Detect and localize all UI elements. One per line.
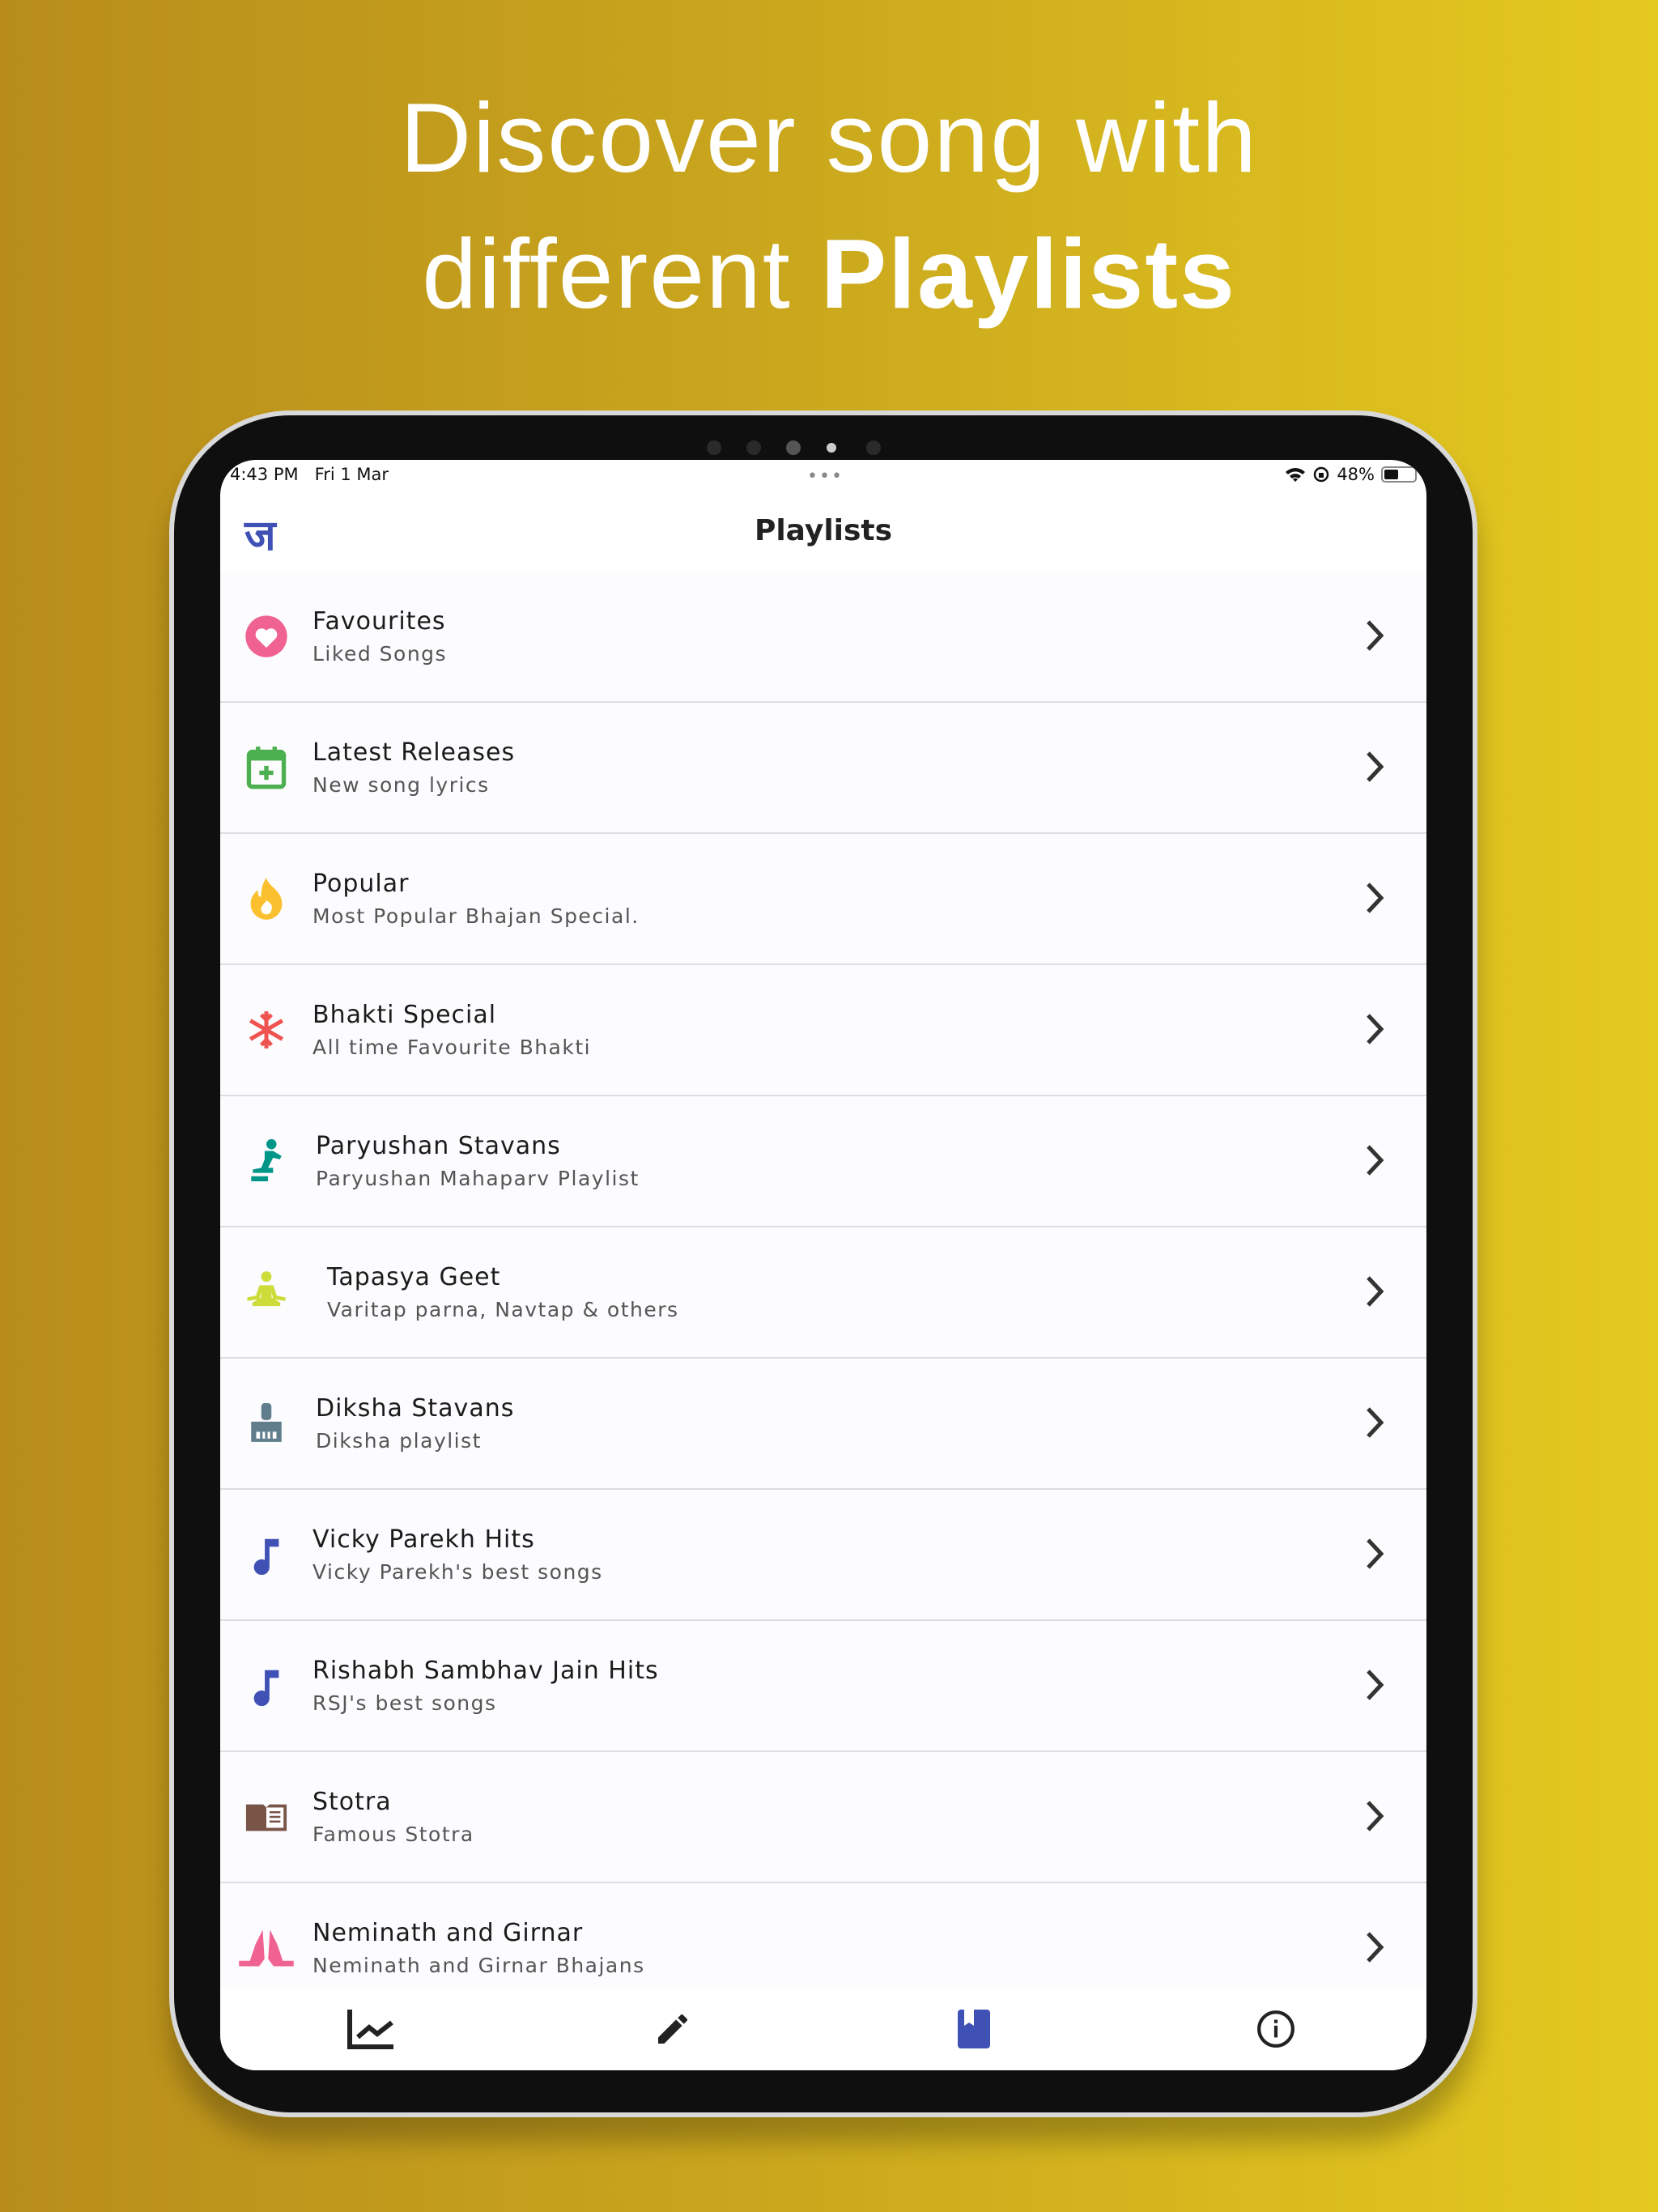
playlist-title: Diksha Stavans: [316, 1394, 515, 1423]
bottom-nav: [220, 1987, 1426, 2070]
playlist-title: Popular: [312, 870, 410, 898]
chevron-right-icon: [1367, 1145, 1384, 1176]
playlist-list: Favourites Liked Songs Latest Releases N…: [220, 572, 1426, 2014]
playlist-subtitle: Liked Songs: [312, 642, 448, 666]
book-icon: [220, 1801, 312, 1833]
playlist-title: Stotra: [312, 1788, 392, 1816]
status-time: 4:43 PM: [230, 465, 299, 484]
playlist-subtitle: Paryushan Mahaparv Playlist: [316, 1167, 640, 1190]
playlist-subtitle: Vicky Parekh's best songs: [312, 1560, 603, 1584]
chevron-right-icon: [1367, 1276, 1384, 1307]
playlist-subtitle: Most Popular Bhajan Special.: [312, 904, 640, 928]
chevron-right-icon: [1367, 1670, 1384, 1700]
music-note-icon: [220, 1534, 312, 1575]
playlist-item[interactable]: Paryushan Stavans Paryushan Mahaparv Pla…: [220, 1096, 1426, 1227]
music-note-icon: [220, 1665, 312, 1706]
playlist-item[interactable]: Tapasya Geet Varitap parna, Navtap & oth…: [220, 1227, 1426, 1359]
page-title: Playlists: [754, 513, 893, 547]
playlist-title: Favourites: [312, 607, 446, 636]
broom-icon: [220, 1401, 312, 1446]
wifi-icon: [1286, 468, 1306, 482]
heart-icon: [220, 614, 312, 659]
calendar-add-icon: [220, 745, 312, 790]
headline-line-2: different Playlists: [0, 217, 1658, 330]
info-icon: [1256, 2010, 1295, 2048]
playlist-subtitle: Diksha playlist: [316, 1429, 482, 1453]
chevron-right-icon: [1367, 1932, 1384, 1963]
status-date: Fri 1 Mar: [314, 465, 389, 484]
fire-icon: [220, 876, 312, 921]
meditation-icon: [220, 1270, 312, 1315]
chevron-right-icon: [1367, 1538, 1384, 1569]
kneeling-person-icon: [220, 1138, 312, 1184]
chevron-right-icon: [1367, 883, 1384, 913]
nav-info[interactable]: [1125, 1987, 1427, 2070]
playlist-subtitle: Neminath and Girnar Bhajans: [312, 1954, 645, 1977]
playlist-item[interactable]: Bhakti Special All time Favourite Bhakti: [220, 965, 1426, 1096]
headline-bold: Playlists: [820, 219, 1236, 329]
camera-lens: [786, 440, 801, 455]
playlist-title: Neminath and Girnar: [312, 1919, 584, 1947]
rotation-lock-icon: [1314, 466, 1329, 483]
playlist-item[interactable]: Rishabh Sambhav Jain Hits RSJ's best son…: [220, 1621, 1426, 1752]
app-screen: 4:43 PM Fri 1 Mar ••• 48% ज Playlists Fa…: [220, 460, 1426, 2070]
playlist-subtitle: RSJ's best songs: [312, 1691, 497, 1715]
book-icon: [958, 2009, 991, 2048]
playlist-subtitle: Varitap parna, Navtap & others: [327, 1298, 679, 1321]
playlist-title: Paryushan Stavans: [316, 1132, 561, 1160]
playlist-title: Vicky Parekh Hits: [312, 1525, 535, 1554]
playlist-subtitle: Famous Stotra: [312, 1823, 474, 1846]
playlist-title: Tapasya Geet: [327, 1263, 501, 1291]
playlist-title: Bhakti Special: [312, 1001, 497, 1029]
status-bar: 4:43 PM Fri 1 Mar ••• 48%: [220, 460, 1426, 489]
chart-icon: [347, 2009, 394, 2049]
camera-dot: [866, 440, 881, 455]
chevron-right-icon: [1367, 620, 1384, 651]
battery-percent: 48%: [1337, 465, 1375, 484]
playlist-item[interactable]: Diksha Stavans Diksha playlist: [220, 1359, 1426, 1490]
headline-prefix: different: [422, 219, 821, 329]
playlist-item[interactable]: Vicky Parekh Hits Vicky Parekh's best so…: [220, 1490, 1426, 1621]
chevron-right-icon: [1367, 751, 1384, 782]
playlist-subtitle: New song lyrics: [312, 773, 490, 797]
camera-dot: [707, 440, 721, 455]
playlist-subtitle: All time Favourite Bhakti: [312, 1036, 592, 1059]
headline-line-1: Discover song with: [400, 83, 1258, 193]
app-logo[interactable]: ज: [244, 505, 276, 563]
camera-dot: [827, 443, 836, 453]
nav-playlists[interactable]: [823, 1987, 1125, 2070]
multitask-dots[interactable]: •••: [807, 466, 844, 487]
app-header: ज Playlists: [220, 489, 1426, 572]
playlist-item[interactable]: Latest Releases New song lyrics: [220, 703, 1426, 834]
playlist-title: Rishabh Sambhav Jain Hits: [312, 1657, 659, 1685]
pencil-icon: [657, 2014, 687, 2044]
praying-hands-icon: [220, 1925, 312, 1971]
playlist-item[interactable]: Favourites Liked Songs: [220, 572, 1426, 703]
chevron-right-icon: [1367, 1407, 1384, 1438]
playlist-item[interactable]: Stotra Famous Stotra: [220, 1752, 1426, 1883]
playlist-title: Latest Releases: [312, 738, 516, 767]
camera-dot: [746, 440, 761, 455]
battery-icon: [1381, 466, 1417, 483]
chevron-right-icon: [1367, 1014, 1384, 1044]
playlist-item[interactable]: Popular Most Popular Bhajan Special.: [220, 834, 1426, 965]
nav-edit[interactable]: [522, 1987, 824, 2070]
chevron-right-icon: [1367, 1801, 1384, 1831]
nav-stats[interactable]: [220, 1987, 522, 2070]
snowflake-icon: [220, 1010, 312, 1050]
